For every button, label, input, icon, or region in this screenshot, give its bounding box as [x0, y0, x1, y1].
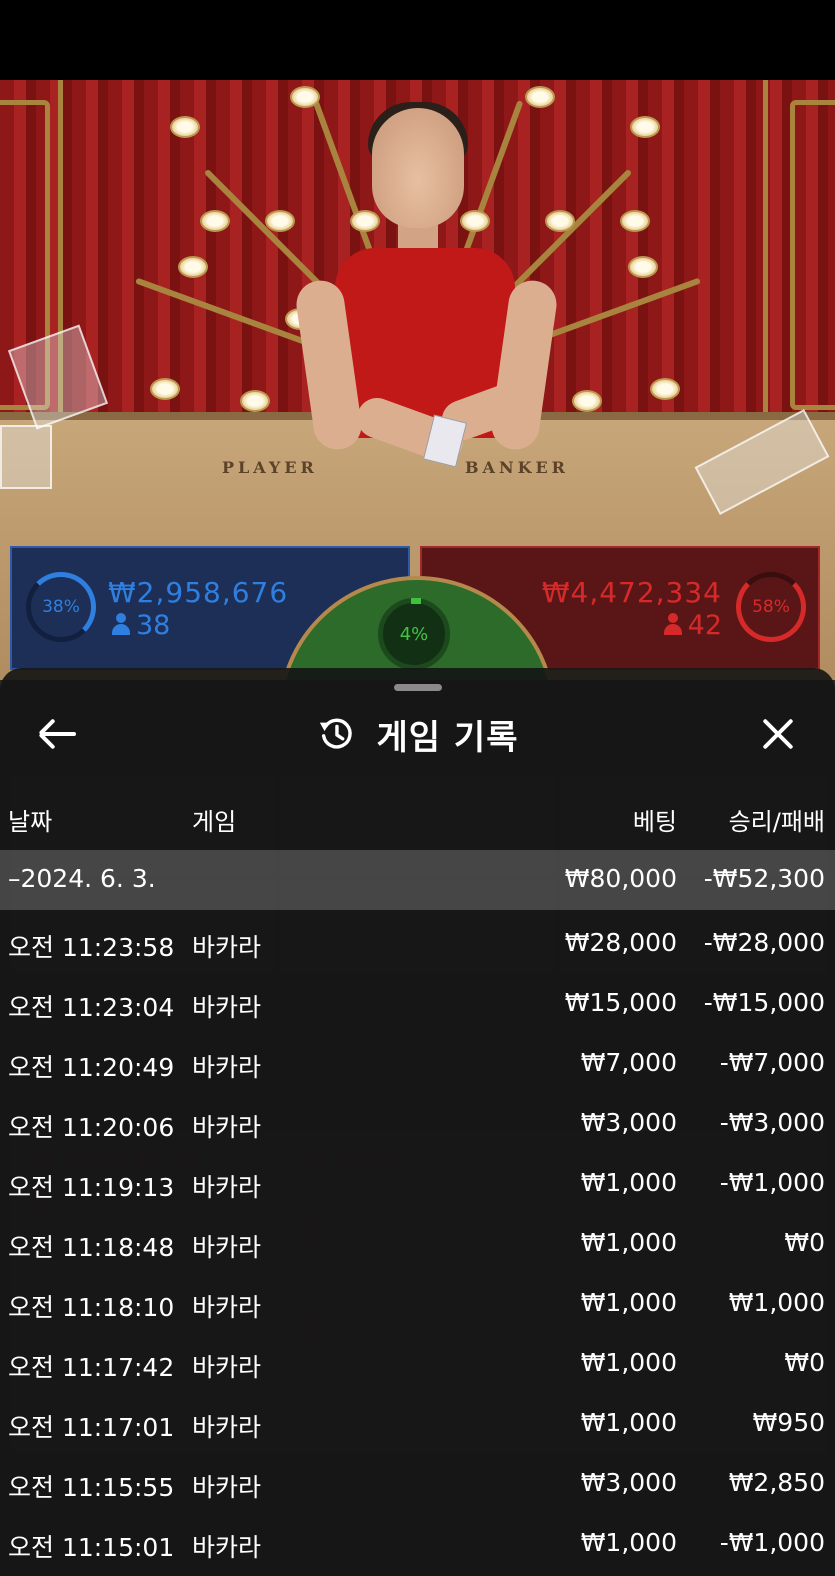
- column-header-date: 날짜: [8, 808, 53, 836]
- date-summary-row[interactable]: –2024. 6. 3. ₩80,000 -₩52,300: [0, 850, 835, 910]
- history-row[interactable]: 오전 11:20:49 바카라 ₩7,000 -₩7,000: [0, 1034, 835, 1094]
- row-time: 오전 11:23:58: [8, 933, 175, 962]
- banker-bettor-count: 42: [687, 610, 722, 641]
- banker-total-amount: ₩4,472,334: [541, 576, 722, 609]
- column-header-game: 게임: [192, 808, 237, 836]
- history-row[interactable]: 오전 11:18:48 바카라 ₩1,000 ₩0: [0, 1214, 835, 1274]
- row-time: 오전 11:20:49: [8, 1053, 175, 1082]
- row-time: 오전 11:18:10: [8, 1293, 175, 1322]
- row-time: 오전 11:23:04: [8, 993, 175, 1022]
- sheet-title: 게임 기록: [376, 717, 519, 758]
- drag-handle[interactable]: [394, 684, 442, 691]
- player-percent: 38%: [42, 597, 80, 617]
- row-game: 바카라: [192, 993, 262, 1022]
- row-game: 바카라: [192, 1533, 262, 1562]
- row-time: 오전 11:19:13: [8, 1173, 175, 1202]
- row-game: 바카라: [192, 1353, 262, 1382]
- row-bet: ₩1,000: [580, 1348, 677, 1377]
- row-game: 바카라: [192, 1233, 262, 1262]
- table-label-player: PLAYER: [222, 458, 318, 477]
- person-icon: [112, 613, 130, 635]
- row-result: -₩7,000: [719, 1048, 825, 1077]
- row-time: 오전 11:17:01: [8, 1413, 175, 1442]
- summary-result-total: -₩52,300: [703, 864, 825, 893]
- row-bet: ₩1,000: [580, 1168, 677, 1197]
- row-game: 바카라: [192, 933, 262, 962]
- row-game: 바카라: [192, 1053, 262, 1082]
- row-bet: ₩1,000: [580, 1408, 677, 1437]
- row-bet: ₩3,000: [580, 1468, 677, 1497]
- row-result: -₩3,000: [719, 1108, 825, 1137]
- row-bet: ₩15,000: [564, 988, 677, 1017]
- row-result: ₩1,000: [728, 1288, 825, 1317]
- history-row[interactable]: 오전 11:20:06 바카라 ₩3,000 -₩3,000: [0, 1094, 835, 1154]
- player-bettor-count: 38: [136, 610, 171, 641]
- summary-date: –2024. 6. 3.: [8, 864, 156, 893]
- table-label-banker: BANKER: [465, 458, 569, 477]
- row-result: -₩1,000: [719, 1168, 825, 1197]
- history-clock-icon: [319, 718, 352, 749]
- row-result: ₩2,850: [728, 1468, 825, 1497]
- history-column-headers: 날짜 게임 베팅 승리/패배: [0, 798, 835, 838]
- banker-percent-ring: 58%: [736, 572, 806, 642]
- history-row[interactable]: 오전 11:15:55 바카라 ₩3,000 ₩2,850: [0, 1454, 835, 1514]
- close-button[interactable]: [756, 712, 800, 756]
- history-row[interactable]: 오전 11:17:42 바카라 ₩1,000 ₩0: [0, 1334, 835, 1394]
- history-row[interactable]: 오전 11:19:13 바카라 ₩1,000 -₩1,000: [0, 1154, 835, 1214]
- row-bet: ₩1,000: [580, 1528, 677, 1557]
- status-bar: [0, 0, 835, 80]
- row-result: ₩0: [784, 1348, 825, 1377]
- row-game: 바카라: [192, 1173, 262, 1202]
- history-row[interactable]: 오전 11:15:01 바카라 ₩1,000 -₩1,000: [0, 1514, 835, 1574]
- row-result: ₩0: [784, 1228, 825, 1257]
- row-game: 바카라: [192, 1113, 262, 1142]
- row-bet: ₩3,000: [580, 1108, 677, 1137]
- row-time: 오전 11:20:06: [8, 1113, 175, 1142]
- history-row[interactable]: 오전 11:17:01 바카라 ₩1,000 ₩950: [0, 1394, 835, 1454]
- row-bet: ₩1,000: [580, 1288, 677, 1317]
- row-time: 오전 11:17:42: [8, 1353, 175, 1382]
- row-result: -₩1,000: [719, 1528, 825, 1557]
- row-game: 바카라: [192, 1473, 262, 1502]
- row-bet: ₩7,000: [580, 1048, 677, 1077]
- game-history-sheet: 게임 기록 날짜 게임 베팅 승리/패배 –2024. 6. 3. ₩80,00…: [0, 668, 835, 1576]
- banker-percent: 58%: [752, 597, 790, 617]
- row-result: -₩15,000: [703, 988, 825, 1017]
- column-header-result: 승리/패배: [728, 808, 825, 836]
- row-time: 오전 11:15:01: [8, 1533, 175, 1562]
- history-row[interactable]: 오전 11:23:58 바카라 ₩28,000 -₩28,000: [0, 914, 835, 974]
- row-result: ₩950: [752, 1408, 825, 1437]
- person-icon: [663, 613, 682, 635]
- history-row[interactable]: 오전 11:23:04 바카라 ₩15,000 -₩15,000: [0, 974, 835, 1034]
- player-total-amount: ₩2,958,676: [108, 576, 289, 609]
- row-game: 바카라: [192, 1413, 262, 1442]
- history-row[interactable]: 오전 11:18:10 바카라 ₩1,000 ₩1,000: [0, 1274, 835, 1334]
- row-game: 바카라: [192, 1293, 262, 1322]
- row-result: -₩28,000: [703, 928, 825, 957]
- row-bet: ₩28,000: [564, 928, 677, 957]
- summary-bet-total: ₩80,000: [564, 864, 677, 893]
- column-header-bet: 베팅: [632, 808, 677, 836]
- row-time: 오전 11:15:55: [8, 1473, 175, 1502]
- row-time: 오전 11:18:48: [8, 1233, 175, 1262]
- tie-percent: 4%: [399, 623, 429, 645]
- row-bet: ₩1,000: [580, 1228, 677, 1257]
- player-percent-ring: 38%: [26, 572, 96, 642]
